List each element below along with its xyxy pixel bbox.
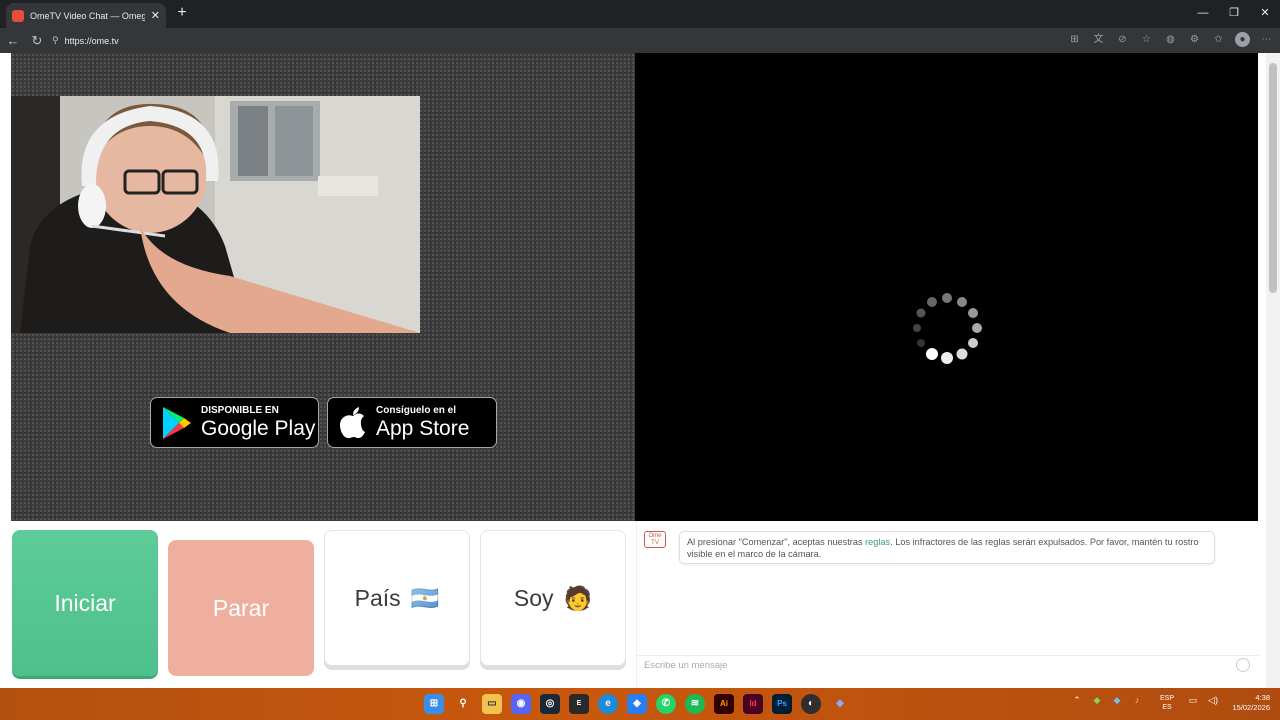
tray-app-icon[interactable]: ◆ <box>1090 693 1104 707</box>
illustrator-icon[interactable]: Ai <box>714 694 734 714</box>
stop-label: Parar <box>212 594 270 621</box>
app-icon[interactable]: ◈ <box>627 694 647 714</box>
spotify-icon[interactable]: ≋ <box>685 694 705 714</box>
emoji-icon[interactable] <box>1236 658 1250 672</box>
file-explorer-icon[interactable]: ▭ <box>482 694 502 714</box>
loading-spinner-icon <box>913 293 982 364</box>
volume-icon[interactable]: ◁) <box>1206 693 1220 707</box>
navigation-bar: ← ↻ ⚲ https://ome.tv ⊞ 文 ⊘ ☆ ◍ ⚙ ✩ ● ⋯ <box>0 28 1280 53</box>
minimize-button[interactable]: — <box>1188 3 1218 23</box>
ometv-logo-icon: Ome TV <box>644 531 666 548</box>
discord-icon[interactable]: ◉ <box>511 694 531 714</box>
tab-bar: OmeTV Video Chat — Omegle Rai ✕ + — ❐ ✕ <box>0 0 1280 28</box>
browser-tab[interactable]: OmeTV Video Chat — Omegle Rai ✕ <box>6 3 166 28</box>
system-message-text-1: Al presionar "Comenzar", aceptas nuestra… <box>687 537 866 547</box>
taskbar: ⊞ ⚲ ▭ ◉ ◎ E e ◈ ✆ ≋ Ai Id Ps ◐ ◆ ⌃ ◆ ◆ ♪… <box>0 688 1280 720</box>
edge-icon[interactable]: e <box>598 694 618 714</box>
bookmark-star-icon[interactable]: ☆ <box>1139 32 1154 47</box>
remote-video-panel <box>635 53 1258 521</box>
block-icon[interactable]: ⊘ <box>1115 32 1130 47</box>
self-camera-feed <box>11 96 420 333</box>
system-status-icons: ▭ ◁) <box>1186 693 1220 707</box>
google-play-badge[interactable]: DISPONIBLE EN Google Play <box>150 397 319 448</box>
language-indicator[interactable]: ESP ES <box>1160 694 1174 712</box>
url-text[interactable]: https://ome.tv <box>65 36 119 46</box>
country-label: País <box>354 584 401 611</box>
photoshop-icon[interactable]: Ps <box>772 694 792 714</box>
system-tray: ⌃ ◆ ◆ ♪ <box>1070 693 1144 707</box>
more-menu-icon[interactable]: ⋯ <box>1259 32 1274 47</box>
boy-avatar-icon: 🧑 <box>563 584 593 611</box>
start-button[interactable]: Iniciar <box>12 530 158 676</box>
windows-icon[interactable]: ⊞ <box>424 694 444 714</box>
app-store-big-text: App Store <box>376 416 470 440</box>
favorites-icon[interactable]: ✩ <box>1211 32 1226 47</box>
gender-button[interactable]: Soy 🧑 <box>480 530 626 666</box>
app-icon-2[interactable]: ◆ <box>830 694 850 714</box>
google-play-icon <box>163 406 191 439</box>
app-store-small-text: Consíguelo en el <box>376 404 457 416</box>
tray-app-icon-2[interactable]: ◆ <box>1110 693 1124 707</box>
local-video-panel: DISPONIBLE EN Google Play Consíguelo en … <box>11 53 635 521</box>
google-play-big-text: Google Play <box>201 416 316 440</box>
steam-icon[interactable]: ◎ <box>540 694 560 714</box>
google-play-small-text: DISPONIBLE EN <box>201 404 279 416</box>
obs-icon[interactable]: ◐ <box>801 694 821 714</box>
page: DISPONIBLE EN Google Play Consíguelo en … <box>0 53 1280 688</box>
country-button[interactable]: País 🇦🇷 <box>324 530 470 666</box>
message-input[interactable]: Escribe un mensaje <box>637 655 1259 675</box>
install-app-icon[interactable]: ⊞ <box>1067 32 1082 47</box>
start-label: Iniciar <box>54 589 116 616</box>
new-tab-button[interactable]: + <box>172 3 192 23</box>
network-icon[interactable]: ▭ <box>1186 693 1200 707</box>
chevron-up-icon[interactable]: ⌃ <box>1070 693 1084 707</box>
chat-panel: Ome TV Al presionar "Comenzar", aceptas … <box>636 521 1259 688</box>
argentina-flag-icon: 🇦🇷 <box>410 584 440 611</box>
clock-date: 15/02/2026 <box>1232 703 1270 712</box>
rules-link[interactable]: reglas <box>865 537 890 547</box>
microphone-icon[interactable]: ♪ <box>1130 693 1144 707</box>
system-message: Al presionar "Comenzar", aceptas nuestra… <box>679 531 1215 564</box>
ometv-favicon-icon <box>12 9 24 22</box>
translate-icon[interactable]: 文 <box>1091 32 1106 47</box>
back-button[interactable]: ← <box>4 32 22 50</box>
gender-label: Soy <box>513 584 554 611</box>
camera-image <box>11 96 420 333</box>
epic-games-icon[interactable]: E <box>569 694 589 714</box>
clock-time: 4:38 <box>1255 693 1270 702</box>
stop-button[interactable]: Parar <box>168 540 314 676</box>
apple-icon <box>340 406 365 438</box>
keyboard-layout: ES <box>1162 704 1172 711</box>
tab-close-button[interactable]: ✕ <box>151 9 160 22</box>
site-info-icon[interactable]: ⚲ <box>52 35 59 46</box>
maximize-button[interactable]: ❐ <box>1219 3 1249 23</box>
scrollbar-thumb[interactable] <box>1269 63 1277 293</box>
tab-title: OmeTV Video Chat — Omegle Rai <box>30 10 145 21</box>
close-window-button[interactable]: ✕ <box>1250 3 1280 23</box>
language-code: ESP <box>1160 695 1175 702</box>
taskbar-apps: ⊞ ⚲ ▭ ◉ ◎ E e ◈ ✆ ≋ Ai Id Ps ◐ ◆ <box>424 694 850 714</box>
profile-avatar[interactable]: ● <box>1235 32 1250 47</box>
app-store-badge[interactable]: Consíguelo en el App Store <box>327 397 497 448</box>
page-scrollbar[interactable] <box>1266 53 1280 688</box>
settings-icon[interactable]: ⚙ <box>1187 32 1202 47</box>
reload-button[interactable]: ↻ <box>28 32 46 50</box>
clock[interactable]: 4:38 15/02/2026 <box>1222 693 1270 713</box>
whatsapp-icon[interactable]: ✆ <box>656 694 676 714</box>
extension-icon[interactable]: ◍ <box>1163 32 1178 47</box>
search-icon[interactable]: ⚲ <box>453 694 473 714</box>
indesign-icon[interactable]: Id <box>743 694 763 714</box>
toolbar-icons: ⊞ 文 ⊘ ☆ ◍ ⚙ ✩ ● ⋯ <box>1067 32 1274 47</box>
